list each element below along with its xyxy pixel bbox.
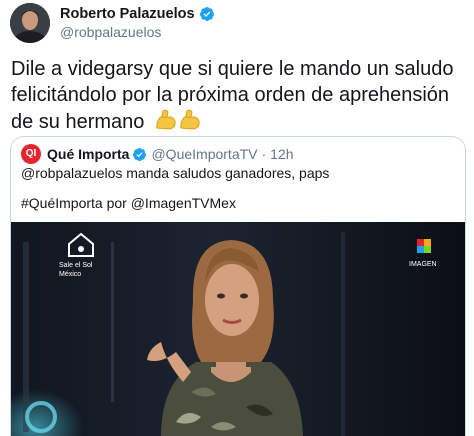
imagen-logo [417,239,431,253]
emoji-text: 💪💪 [154,108,155,109]
left-logo-line2: México [59,271,81,278]
quoted-timestamp[interactable]: 12h [270,146,293,162]
left-logo-line1: Sale el Sol [59,262,93,269]
verified-badge-icon [133,147,147,161]
tweet-text: Dile a videgarsy que si quiere le mando … [11,58,454,133]
quoted-video-media[interactable]: Sale el Sol México IMAGEN [11,222,465,436]
author-handle[interactable]: @robpalazuelos [60,24,161,40]
quoted-tweet[interactable]: QI Qué Importa @QueImportaTV · 12h @robp… [10,136,466,436]
quoted-avatar-text: QI [25,148,37,159]
author-avatar[interactable] [10,3,50,43]
right-logo-text: IMAGEN [409,261,437,268]
author-display-name[interactable]: Roberto Palazuelos [60,6,195,22]
quoted-handle[interactable]: @QueImportaTV [151,146,257,162]
quoted-text-line1: @robpalazuelos manda saludos ganadores, … [21,165,330,181]
video-frame: Sale el Sol México IMAGEN [11,222,465,436]
quoted-avatar[interactable]: QI [21,144,41,164]
biceps-icon [156,109,200,130]
tweet-body: Dile a videgarsy que si quiere le mando … [11,56,466,139]
separator-dot: · [261,146,267,162]
author-photo [10,3,50,43]
quoted-text-line2: #QuéImporta por @ImagenTVMex [21,195,236,211]
quoted-display-name[interactable]: Qué Importa [47,146,129,162]
tweet-card[interactable]: Roberto Palazuelos @robpalazuelos Dile a… [0,0,474,436]
flexed-biceps-emoji: 💪💪 [154,108,202,139]
verified-badge-icon [199,7,214,21]
